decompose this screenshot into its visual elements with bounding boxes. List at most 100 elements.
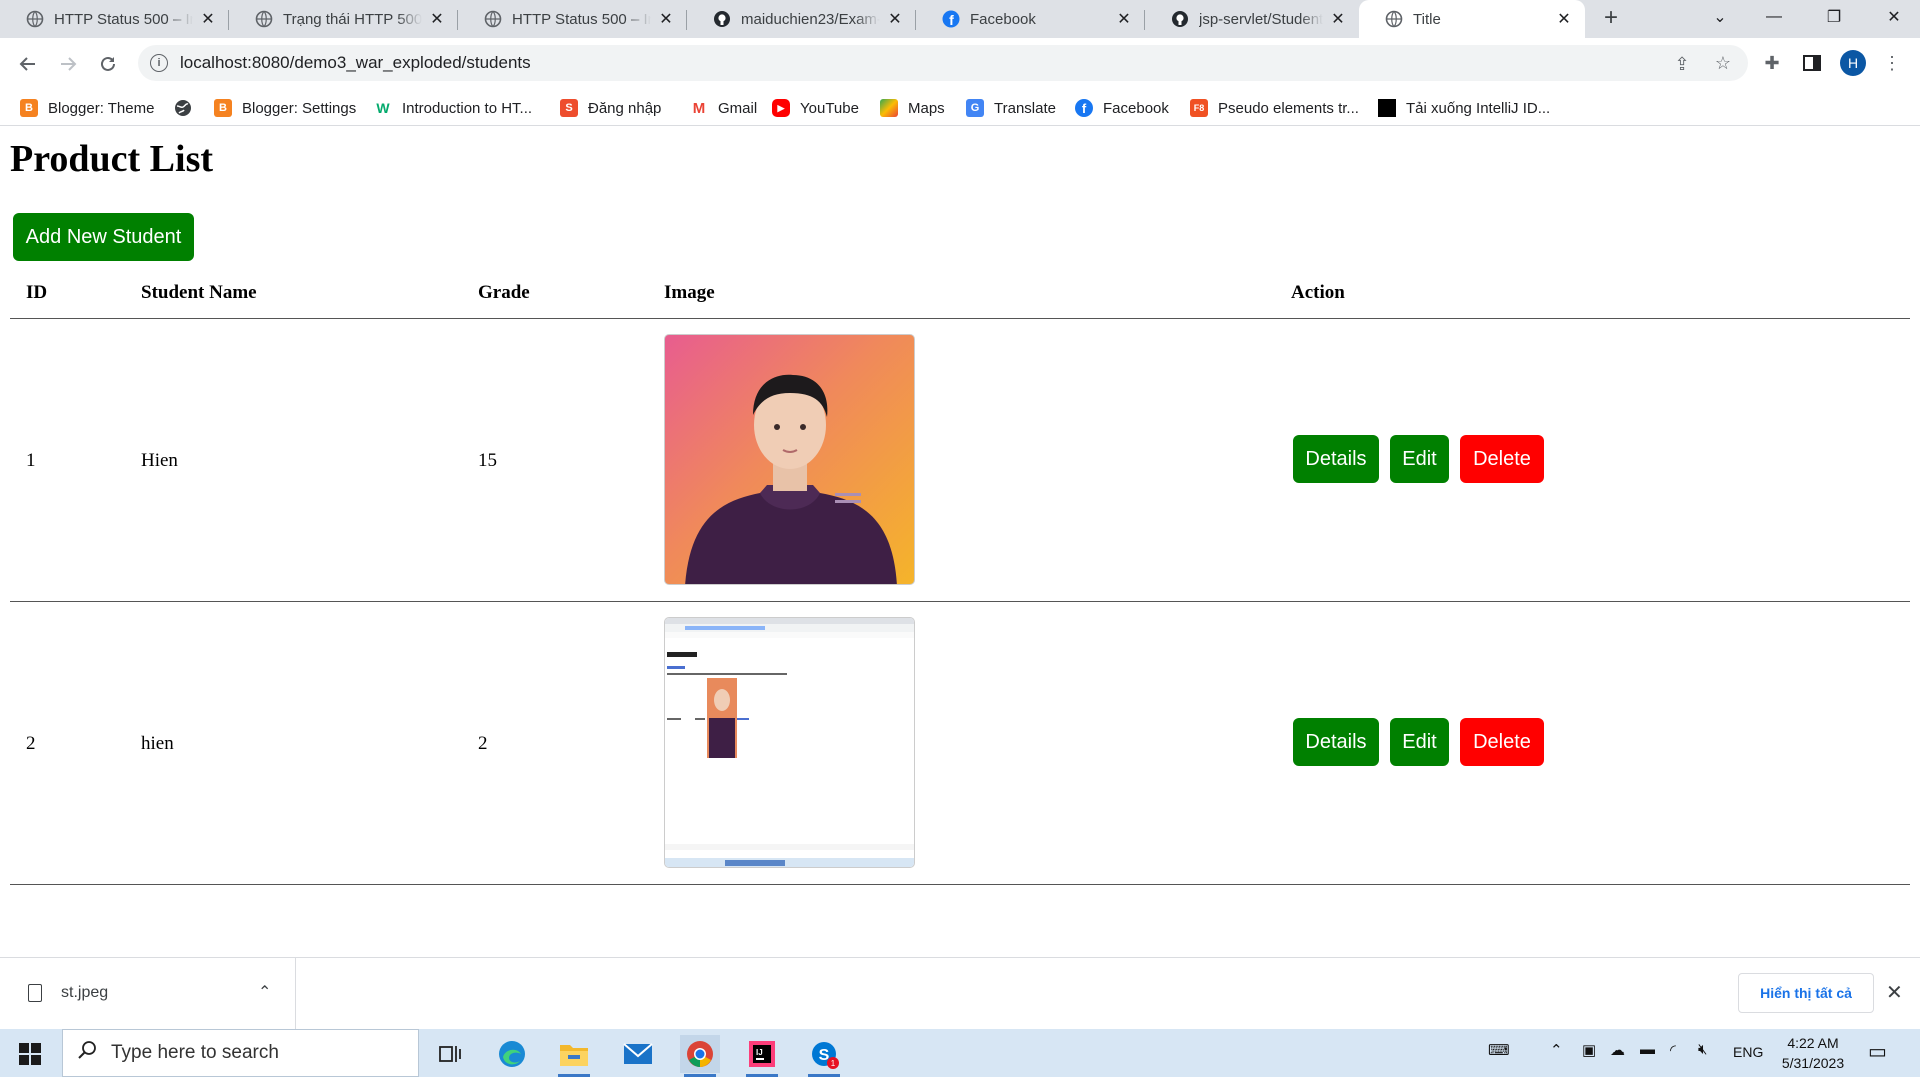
taskbar-search-box[interactable]: Type here to search xyxy=(62,1029,419,1077)
meet-now-icon[interactable]: ▣ xyxy=(1582,1041,1596,1059)
download-item[interactable]: st.jpeg ⌃ xyxy=(0,958,296,1030)
intellij-taskbar-icon[interactable]: IJ xyxy=(742,1035,782,1077)
share-icon[interactable]: ⇪ xyxy=(1672,54,1692,74)
chevron-up-icon[interactable]: ⌃ xyxy=(1550,1041,1563,1059)
search-icon xyxy=(77,1040,97,1066)
tab-title: maiduchien23/Exam-Module xyxy=(741,10,880,28)
windows-start-icon[interactable] xyxy=(10,1035,50,1073)
details-button[interactable]: Details xyxy=(1293,435,1379,483)
row-name: hien xyxy=(141,733,174,754)
bookmark-item[interactable]: G Translate xyxy=(966,96,1056,120)
browser-tab[interactable]: Trạng thái HTTP 500 – Internal Server Er… xyxy=(229,0,458,38)
bookmark-item[interactable]: ▶ YouTube xyxy=(772,96,859,120)
details-button[interactable]: Details xyxy=(1293,718,1379,766)
chevron-up-icon[interactable]: ⌃ xyxy=(258,982,271,1002)
onedrive-cloud-icon[interactable]: ☁ xyxy=(1610,1041,1625,1059)
minimize-icon[interactable]: — xyxy=(1744,0,1804,34)
site-info-icon[interactable]: i xyxy=(150,54,168,72)
bookmark-item[interactable]: Maps xyxy=(880,96,945,120)
close-icon[interactable]: ✕ xyxy=(1329,10,1347,28)
browser-tab-active[interactable]: Title ✕ xyxy=(1359,0,1585,38)
profile-avatar[interactable]: H xyxy=(1840,50,1866,76)
row-divider xyxy=(10,884,1910,885)
system-clock[interactable]: 4:22 AM 5/31/2023 xyxy=(1778,1033,1848,1073)
side-panel-icon[interactable] xyxy=(1800,51,1824,75)
chrome-taskbar-icon[interactable] xyxy=(680,1035,720,1077)
blogger-icon: B xyxy=(214,99,232,117)
row-grade: 15 xyxy=(478,450,497,471)
facebook-icon: f xyxy=(942,10,960,28)
bookmark-item[interactable]: F8 Pseudo elements tr... xyxy=(1190,96,1359,120)
restore-icon[interactable]: ❐ xyxy=(1804,0,1864,34)
language-indicator[interactable]: ENG xyxy=(1733,1044,1763,1060)
url-text[interactable]: localhost:8080/demo3_war_exploded/studen… xyxy=(180,53,531,73)
globe-icon xyxy=(174,99,192,117)
column-header-name: Student Name xyxy=(141,282,257,303)
add-new-student-button[interactable]: Add New Student xyxy=(13,213,194,261)
browser-tab[interactable]: jsp-servlet/StudentServlet ✕ xyxy=(1145,0,1359,38)
bookmark-item[interactable]: Tải xuống IntelliJ ID... xyxy=(1378,96,1550,120)
row-name: Hien xyxy=(141,450,178,471)
github-icon xyxy=(713,10,731,28)
bookmark-star-icon[interactable]: ☆ xyxy=(1713,53,1733,73)
show-all-downloads-button[interactable]: Hiển thị tất cả xyxy=(1738,973,1874,1013)
edit-button[interactable]: Edit xyxy=(1390,718,1449,766)
tab-title: Title xyxy=(1413,10,1441,28)
bookmark-item[interactable]: B Blogger: Settings xyxy=(214,96,356,120)
close-icon[interactable]: ✕ xyxy=(657,10,675,28)
reload-icon[interactable] xyxy=(94,50,122,78)
address-bar[interactable]: i localhost:8080/demo3_war_exploded/stud… xyxy=(138,45,1748,81)
download-filename: st.jpeg xyxy=(61,984,109,1001)
translate-icon: G xyxy=(966,99,984,117)
close-icon[interactable]: ✕ xyxy=(428,10,446,28)
keyboard-icon[interactable]: ⌨ xyxy=(1488,1041,1510,1059)
bookmark-item[interactable]: W Introduction to HT... xyxy=(374,96,532,120)
page-title: Product List xyxy=(10,138,214,180)
close-icon[interactable]: ✕ xyxy=(1886,980,1903,1005)
tab-strip: HTTP Status 500 – Internal Server Error … xyxy=(0,0,1920,38)
skype-icon[interactable]: S1 xyxy=(804,1035,844,1077)
close-icon[interactable]: ✕ xyxy=(199,10,217,28)
notification-center-icon[interactable]: ▭ xyxy=(1868,1039,1887,1064)
close-icon[interactable]: ✕ xyxy=(1555,10,1573,28)
forward-arrow-icon[interactable] xyxy=(54,50,82,78)
header-divider xyxy=(10,318,1910,319)
svg-text:IJ: IJ xyxy=(756,1048,763,1057)
browser-tab[interactable]: HTTP Status 500 – Internal Server Error … xyxy=(458,0,687,38)
globe-icon xyxy=(26,10,44,28)
row-actions: Details Edit Delete xyxy=(1293,718,1544,766)
extensions-puzzle-icon[interactable]: ✚ xyxy=(1760,51,1784,75)
bookmark-item[interactable]: f Facebook xyxy=(1075,96,1169,120)
close-icon[interactable]: ✕ xyxy=(886,10,904,28)
delete-button[interactable]: Delete xyxy=(1460,718,1544,766)
file-explorer-icon[interactable] xyxy=(554,1035,594,1077)
bookmark-item[interactable] xyxy=(174,96,202,120)
edit-button[interactable]: Edit xyxy=(1390,435,1449,483)
browser-tab[interactable]: HTTP Status 500 – Internal Server Error … xyxy=(0,0,229,38)
mail-icon[interactable] xyxy=(618,1035,658,1073)
back-arrow-icon[interactable] xyxy=(14,50,42,78)
wifi-icon[interactable]: ◜ xyxy=(1670,1041,1676,1059)
close-icon[interactable]: ✕ xyxy=(1115,10,1133,28)
globe-icon xyxy=(484,10,502,28)
tab-title: Facebook xyxy=(970,10,1036,28)
edge-browser-icon[interactable] xyxy=(492,1035,532,1073)
new-tab-plus-icon[interactable]: + xyxy=(1598,6,1624,32)
task-view-icon[interactable] xyxy=(430,1035,470,1073)
bookmark-item[interactable]: B Blogger: Theme xyxy=(20,96,154,120)
facebook-icon: f xyxy=(1075,99,1093,117)
tab-search-chevron-icon[interactable]: ⌄ xyxy=(1690,0,1750,34)
battery-icon[interactable]: ▬ xyxy=(1640,1041,1655,1058)
browser-tab[interactable]: f Facebook ✕ xyxy=(916,0,1145,38)
bookmark-item[interactable]: M Gmail xyxy=(690,96,757,120)
bookmark-item[interactable]: S Đăng nhập xyxy=(560,96,661,120)
window-close-icon[interactable]: ✕ xyxy=(1864,0,1920,34)
svg-text:1: 1 xyxy=(831,1059,836,1068)
downloads-bar: st.jpeg ⌃ Hiển thị tất cả ✕ xyxy=(0,957,1920,1030)
column-header-image: Image xyxy=(664,282,715,303)
row-id: 2 xyxy=(26,733,36,754)
delete-button[interactable]: Delete xyxy=(1460,435,1544,483)
browser-tab[interactable]: maiduchien23/Exam-Module ✕ xyxy=(687,0,916,38)
kebab-menu-icon[interactable]: ⋮ xyxy=(1880,51,1904,75)
volume-muted-icon[interactable]: 🔇︎ xyxy=(1698,1041,1707,1058)
